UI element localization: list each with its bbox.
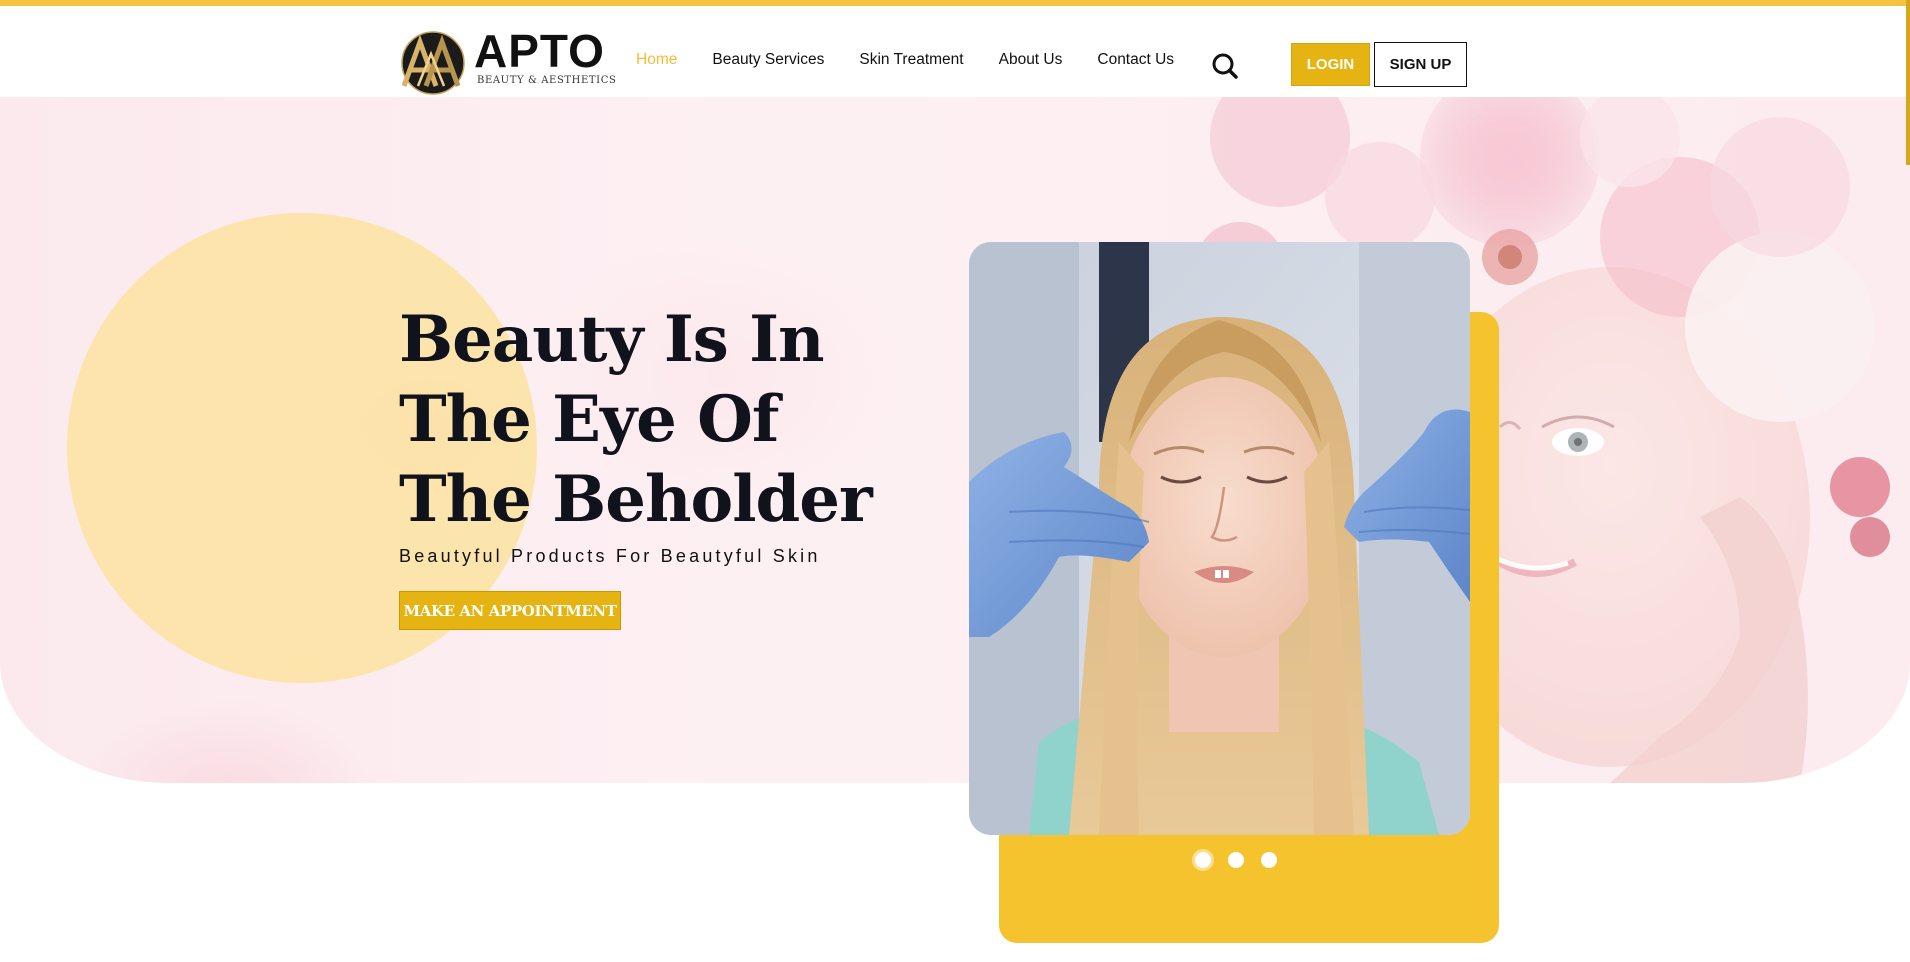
hero-background bbox=[0, 97, 1910, 783]
slider-dot-2[interactable] bbox=[1228, 852, 1244, 868]
slider-dot-3[interactable] bbox=[1261, 852, 1277, 868]
page-scrollbar-thumb[interactable] bbox=[1906, 0, 1910, 165]
facial-treatment-photo bbox=[969, 242, 1470, 835]
slider-dot-1[interactable] bbox=[1195, 852, 1211, 868]
nav-item-about-us[interactable]: About Us bbox=[999, 51, 1063, 69]
slider-pagination bbox=[1195, 852, 1285, 872]
make-appointment-button[interactable]: MAKE AN APPOINTMENT bbox=[399, 591, 621, 630]
hero-title: Beauty Is In The Eye Of The Beholder bbox=[399, 302, 873, 537]
hero-subtitle: Beautyful Products For Beautyful Skin bbox=[399, 546, 821, 566]
logo-tagline: BEAUTY & AESTHETICS bbox=[477, 75, 617, 86]
nav-item-beauty-services[interactable]: Beauty Services bbox=[712, 51, 824, 69]
site-header: APTO BEAUTY & AESTHETICS Home Beauty Ser… bbox=[0, 6, 1910, 97]
logo-wordmark: APTO bbox=[474, 25, 605, 77]
signup-button[interactable]: SIGN UP bbox=[1374, 42, 1467, 87]
nav-item-contact-us[interactable]: Contact Us bbox=[1097, 51, 1174, 69]
nav-item-home[interactable]: Home bbox=[636, 51, 677, 69]
login-button[interactable]: LOGIN bbox=[1291, 43, 1370, 86]
site-logo[interactable]: APTO BEAUTY & AESTHETICS bbox=[398, 25, 616, 100]
hero-slide-image bbox=[969, 242, 1470, 835]
search-icon bbox=[1212, 53, 1238, 79]
search-button[interactable] bbox=[1211, 52, 1239, 80]
main-navigation: Home Beauty Services Skin Treatment Abou… bbox=[636, 51, 1209, 69]
nav-item-skin-treatment[interactable]: Skin Treatment bbox=[859, 51, 963, 69]
logo-monogram-icon bbox=[401, 31, 465, 95]
